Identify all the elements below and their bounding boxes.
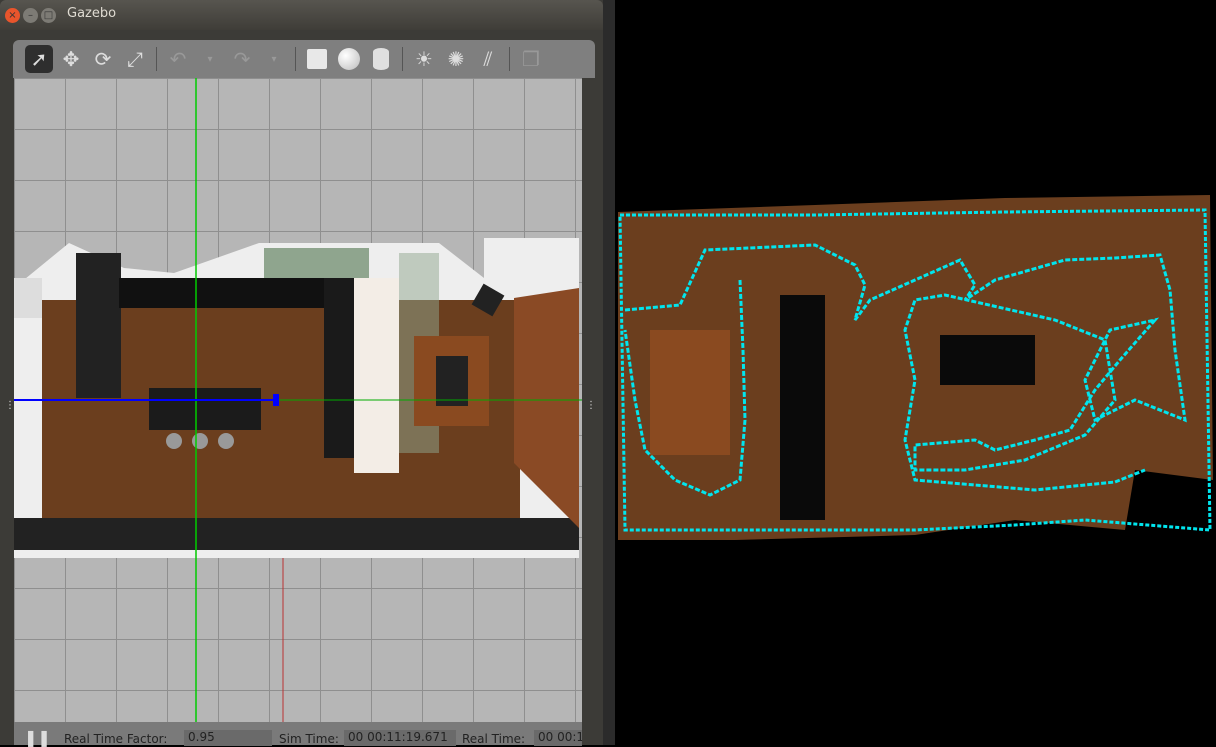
spot-light-icon[interactable]: ✺ xyxy=(442,45,470,73)
scale-icon[interactable]: ⤢ xyxy=(121,45,149,73)
3d-viewport[interactable] xyxy=(14,78,582,722)
doorway xyxy=(780,295,825,520)
window-gap xyxy=(603,0,615,745)
redo-dropdown-icon[interactable]: ▾ xyxy=(260,45,288,73)
minimize-button[interactable]: – xyxy=(23,8,38,23)
redo-icon[interactable]: ↷ xyxy=(228,45,256,73)
right-panel-handle[interactable]: ⋮ xyxy=(586,400,596,411)
box-icon[interactable] xyxy=(303,45,331,73)
cylinder-icon[interactable] xyxy=(367,45,395,73)
point-light-icon[interactable]: ☀ xyxy=(410,45,438,73)
sim-time-label: Sim Time: xyxy=(279,732,339,746)
sphere-icon[interactable] xyxy=(335,45,363,73)
mapped-table xyxy=(650,330,730,455)
pause-icon[interactable]: ❚❚ xyxy=(24,728,51,747)
rtf-value: 0.95 xyxy=(184,730,272,746)
gazebo-window: × – □ Gazebo ➚ ✥ ⟳ ⤢ ↶ ▾ ↷ ▾ ☀ ✺ ⫽ ❐ ⋮ ⋮… xyxy=(0,0,603,747)
status-bar: ❚❚ Real Time Factor: 0.95 Sim Time: 00 0… xyxy=(14,722,582,747)
real-time-value: 00 00:1 xyxy=(534,730,582,746)
undo-icon[interactable]: ↶ xyxy=(164,45,192,73)
toolbar: ➚ ✥ ⟳ ⤢ ↶ ▾ ↷ ▾ ☀ ✺ ⫽ ❐ xyxy=(13,40,595,78)
directional-light-icon[interactable]: ⫽ xyxy=(474,45,502,73)
sim-time-value: 00 00:11:19.671 xyxy=(344,730,456,746)
separator xyxy=(156,47,157,71)
window-title: Gazebo xyxy=(67,6,117,21)
kitchen-scene xyxy=(14,78,582,722)
separator xyxy=(402,47,403,71)
undo-dropdown-icon[interactable]: ▾ xyxy=(196,45,224,73)
maximize-button[interactable]: □ xyxy=(41,8,56,23)
map-view[interactable] xyxy=(615,0,1216,745)
mapped-island xyxy=(940,335,1035,385)
close-button[interactable]: × xyxy=(5,8,20,23)
select-arrow-icon[interactable]: ➚ xyxy=(25,45,53,73)
rotate-icon[interactable]: ⟳ xyxy=(89,45,117,73)
translate-icon[interactable]: ✥ xyxy=(57,45,85,73)
left-panel-handle[interactable]: ⋮ xyxy=(5,400,15,411)
separator xyxy=(509,47,510,71)
title-bar: × – □ Gazebo xyxy=(0,0,603,30)
separator xyxy=(295,47,296,71)
rtf-label: Real Time Factor: xyxy=(64,732,168,746)
copy-icon[interactable]: ❐ xyxy=(517,45,545,73)
real-time-label: Real Time: xyxy=(462,732,526,746)
